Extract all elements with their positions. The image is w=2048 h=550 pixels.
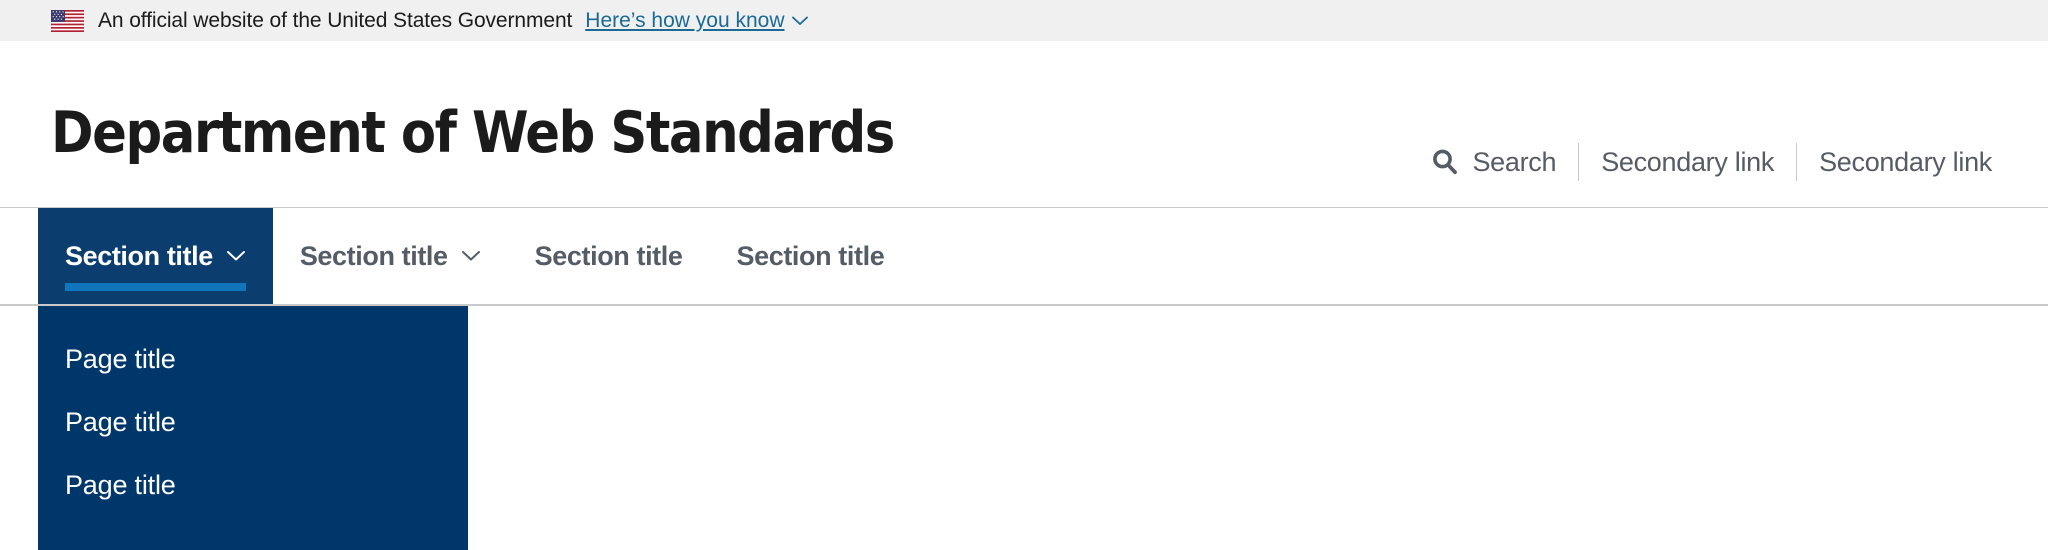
chevron-down-icon (226, 251, 245, 261)
chevron-down-icon (791, 16, 808, 25)
nav-active-underline (65, 283, 246, 291)
nav-dropdown-menu: Page title Page title Page title (38, 306, 468, 550)
nav-item-label-1: Section title (65, 240, 213, 271)
page-root: An official website of the United States… (0, 0, 2048, 550)
masthead: Department of Web Standards Search Secon… (0, 41, 2048, 208)
heres-how-you-know-label: Here’s how you know (585, 8, 785, 32)
secondary-navigation: Search Secondary link Secondary link (1430, 141, 2014, 183)
secondary-link-2[interactable]: Secondary link (1797, 147, 2014, 178)
nav-item-label-3: Section title (534, 240, 683, 271)
nav-item-section-4[interactable]: Section title (709, 208, 911, 304)
dropdown-item-page-1[interactable]: Page title (38, 328, 468, 391)
search-icon (1433, 149, 1458, 175)
government-banner-text: An official website of the United States… (98, 8, 573, 32)
secondary-link-1[interactable]: Secondary link (1579, 147, 1796, 178)
nav-item-section-2[interactable]: Section title (273, 208, 508, 304)
dropdown-item-page-3[interactable]: Page title (38, 454, 468, 517)
primary-navigation: Section title Section title Section titl… (0, 208, 2048, 306)
dropdown-item-page-2[interactable]: Page title (38, 391, 468, 454)
government-banner: An official website of the United States… (0, 0, 2048, 41)
search-label: Search (1472, 146, 1557, 177)
nav-item-section-1[interactable]: Section title (38, 208, 273, 304)
heres-how-you-know-link[interactable]: Here’s how you know (585, 8, 808, 33)
us-flag-icon (51, 9, 84, 32)
nav-item-section-3[interactable]: Section title (508, 208, 710, 304)
chevron-down-icon (461, 251, 480, 261)
nav-item-label-4: Section title (736, 240, 885, 271)
nav-item-label-2: Section title (299, 240, 448, 271)
site-title: Department of Web Standards (51, 100, 895, 166)
search-button[interactable]: Search (1430, 147, 1578, 178)
